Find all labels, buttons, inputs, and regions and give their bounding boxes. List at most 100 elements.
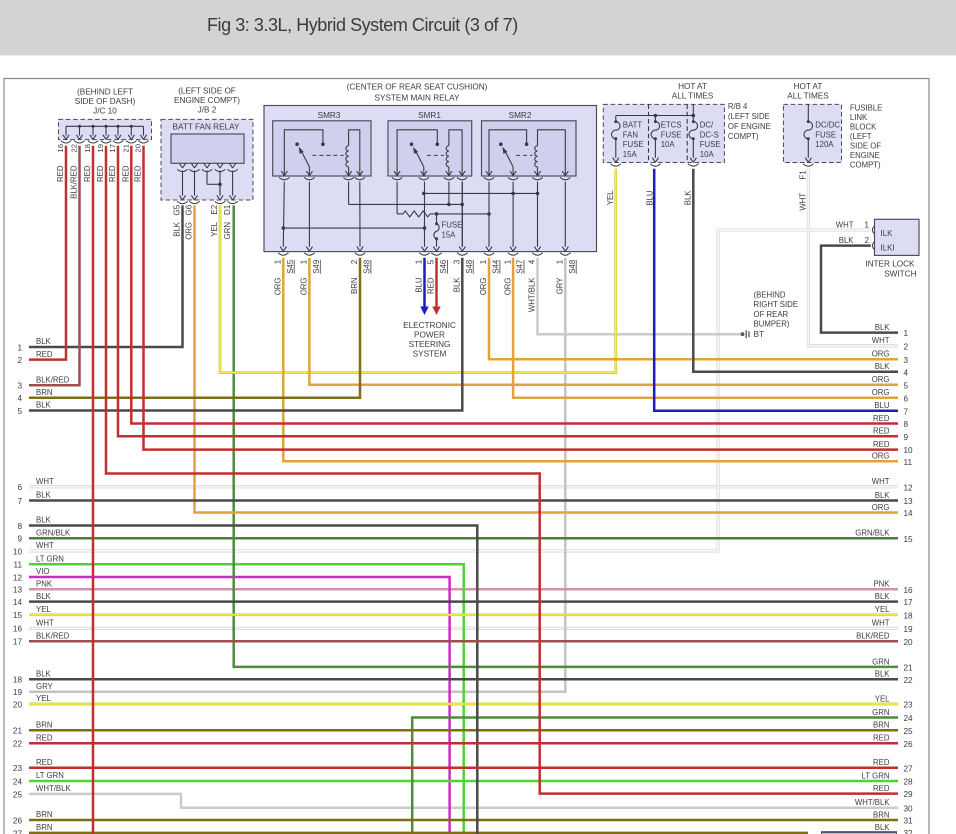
svg-text:18: 18 xyxy=(904,611,914,620)
svg-text:17: 17 xyxy=(904,598,914,607)
svg-text:YEL: YEL xyxy=(875,694,890,703)
svg-text:LT GRN: LT GRN xyxy=(36,555,64,564)
svg-text:5: 5 xyxy=(427,259,436,264)
svg-text:YEL: YEL xyxy=(210,221,219,236)
svg-text:ILKI: ILKI xyxy=(881,243,895,252)
svg-text:14: 14 xyxy=(13,598,23,607)
svg-text:22: 22 xyxy=(70,144,79,153)
svg-text:27: 27 xyxy=(13,829,23,834)
svg-text:11: 11 xyxy=(904,458,913,467)
svg-text:RED: RED xyxy=(873,427,890,436)
svg-text:27: 27 xyxy=(904,764,914,773)
svg-text:HOT AT: HOT AT xyxy=(794,82,823,91)
svg-text:SWITCH: SWITCH xyxy=(884,270,916,279)
svg-text:LINK: LINK xyxy=(850,113,868,122)
svg-text:8: 8 xyxy=(17,522,22,531)
svg-text:120A: 120A xyxy=(815,140,834,149)
svg-text:R/B 4: R/B 4 xyxy=(728,102,748,111)
svg-text:BLK: BLK xyxy=(36,491,52,500)
svg-text:23: 23 xyxy=(904,701,914,710)
svg-text:F1: F1 xyxy=(798,170,807,180)
svg-text:26: 26 xyxy=(13,816,23,825)
svg-text:BLK: BLK xyxy=(875,323,891,332)
svg-text:BLU: BLU xyxy=(874,401,890,410)
svg-text:WHT: WHT xyxy=(36,619,54,628)
svg-text:BLK: BLK xyxy=(36,337,52,346)
svg-text:GRN: GRN xyxy=(872,708,889,717)
svg-text:9: 9 xyxy=(17,535,22,544)
svg-text:WHT: WHT xyxy=(36,477,54,486)
svg-text:GRY: GRY xyxy=(36,682,54,691)
svg-text:WHT: WHT xyxy=(872,477,890,486)
svg-text:SYSTEM: SYSTEM xyxy=(413,350,447,359)
svg-text:WHT/BLK: WHT/BLK xyxy=(855,798,890,807)
svg-text:RED: RED xyxy=(873,758,890,767)
svg-text:G5: G5 xyxy=(173,204,182,215)
svg-text:GRY: GRY xyxy=(556,277,565,295)
svg-text:1: 1 xyxy=(503,259,512,264)
svg-text:ORG: ORG xyxy=(872,375,890,384)
svg-text:S49: S49 xyxy=(312,260,321,274)
svg-text:BUMPER): BUMPER) xyxy=(754,320,790,329)
svg-text:23: 23 xyxy=(13,764,23,773)
svg-text:G6: G6 xyxy=(185,204,194,215)
svg-text:BLU: BLU xyxy=(646,190,655,206)
svg-text:YEL: YEL xyxy=(875,605,890,614)
svg-text:1: 1 xyxy=(274,259,283,264)
svg-text:15A: 15A xyxy=(623,150,638,159)
svg-text:16: 16 xyxy=(904,586,914,595)
svg-text:18: 18 xyxy=(13,676,23,685)
svg-text:2: 2 xyxy=(904,342,909,351)
svg-text:21: 21 xyxy=(904,664,914,673)
svg-text:COMPT): COMPT) xyxy=(728,132,759,141)
svg-text:BLK: BLK xyxy=(875,491,891,500)
svg-text:RED: RED xyxy=(873,734,890,743)
svg-text:YEL: YEL xyxy=(36,694,51,703)
svg-text:S44: S44 xyxy=(492,259,501,274)
svg-text:4: 4 xyxy=(17,394,22,403)
svg-text:7: 7 xyxy=(904,407,909,416)
svg-text:BRN: BRN xyxy=(873,721,889,730)
svg-text:24: 24 xyxy=(13,777,23,786)
svg-text:BLK/RED: BLK/RED xyxy=(70,165,79,199)
svg-text:SMR2: SMR2 xyxy=(509,111,532,120)
svg-text:BATT FAN RELAY: BATT FAN RELAY xyxy=(173,123,240,132)
svg-text:DC-S: DC-S xyxy=(700,130,719,139)
svg-text:25: 25 xyxy=(13,790,23,799)
svg-text:ILK: ILK xyxy=(881,229,894,238)
svg-text:BLU: BLU xyxy=(415,277,424,293)
svg-text:16: 16 xyxy=(56,144,65,153)
svg-text:13: 13 xyxy=(904,497,914,506)
svg-text:FUSE: FUSE xyxy=(700,140,721,149)
svg-text:10A: 10A xyxy=(700,150,715,159)
svg-text:1: 1 xyxy=(904,329,909,338)
svg-text:BLOCK: BLOCK xyxy=(850,123,877,132)
svg-text:7: 7 xyxy=(17,497,22,506)
svg-text:5: 5 xyxy=(17,407,22,416)
svg-text:ORG: ORG xyxy=(300,278,309,296)
svg-text:15: 15 xyxy=(13,611,23,620)
svg-text:SYSTEM MAIN RELAY: SYSTEM MAIN RELAY xyxy=(375,93,460,102)
svg-text:RED: RED xyxy=(36,758,53,767)
svg-text:OF ENGINE: OF ENGINE xyxy=(728,122,771,131)
svg-text:S48: S48 xyxy=(465,260,474,274)
svg-text:COMPT): COMPT) xyxy=(850,161,881,170)
svg-text:WHT: WHT xyxy=(836,220,854,229)
svg-text:31: 31 xyxy=(904,817,914,826)
svg-text:5: 5 xyxy=(904,381,909,390)
svg-text:9: 9 xyxy=(904,433,909,442)
svg-text:RED: RED xyxy=(36,733,53,742)
svg-text:21: 21 xyxy=(13,727,23,736)
svg-text:29: 29 xyxy=(904,790,914,799)
svg-text:GRN/BLK: GRN/BLK xyxy=(855,529,890,538)
svg-text:BLK/RED: BLK/RED xyxy=(36,375,70,384)
svg-text:PNK: PNK xyxy=(36,580,53,589)
svg-text:(CENTER OF REAR SEAT CUSHION): (CENTER OF REAR SEAT CUSHION) xyxy=(347,83,488,92)
svg-text:LT GRN: LT GRN xyxy=(36,771,64,780)
svg-text:(LEFT: (LEFT xyxy=(850,132,872,141)
svg-text:RED: RED xyxy=(427,277,436,294)
svg-text:15A: 15A xyxy=(442,231,457,240)
svg-text:WHT/BLK: WHT/BLK xyxy=(36,784,71,793)
svg-text:19: 19 xyxy=(96,144,105,153)
svg-text:PNK: PNK xyxy=(873,580,890,589)
